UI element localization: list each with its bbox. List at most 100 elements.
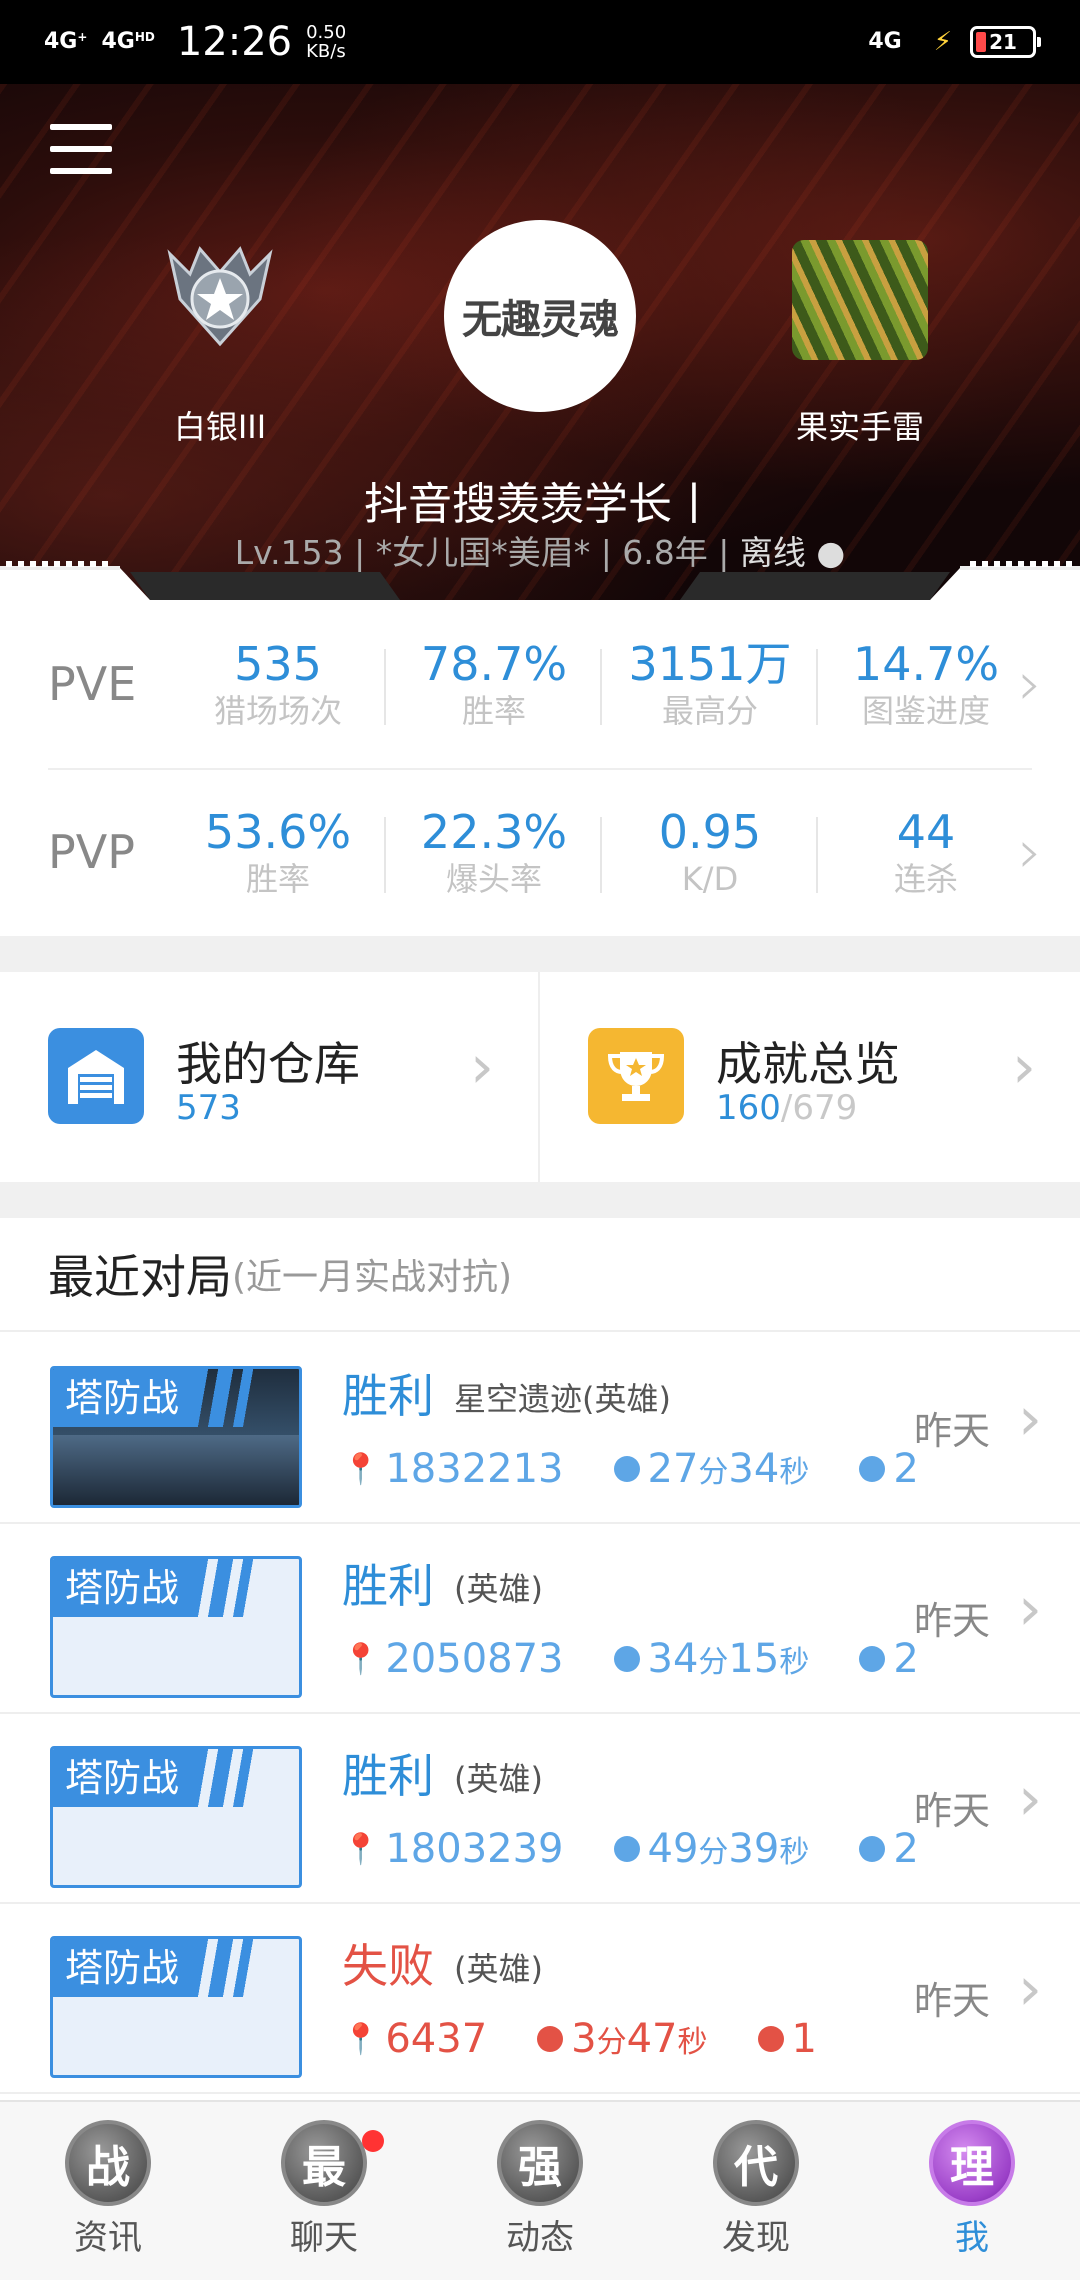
section-gap — [0, 1182, 1080, 1218]
match-row[interactable]: 塔防战 胜利 (英雄) 📍 2050873 34 分 15 秒 2 昨天 › — [0, 1524, 1080, 1714]
warehouse-card[interactable]: 我的仓库 573 › — [0, 972, 540, 1182]
status-right: 4G ⚡ 21 — [868, 26, 1041, 58]
stat-key: 图鉴进度 — [861, 692, 990, 730]
pvp-label: PVP — [48, 825, 135, 879]
stat-key: 连杀 — [893, 860, 958, 898]
match-row[interactable]: 塔防战 失败 (英雄) 📍 6437 3 分 47 秒 1 昨天 › — [0, 1904, 1080, 2094]
match-row[interactable]: 塔防战 胜利 星空遗迹(英雄) 📍 1832213 27 分 34 秒 2 昨天 › — [0, 1334, 1080, 1524]
chevron-right-icon: › — [1018, 1764, 1042, 1834]
feed-tab-icon: 强 — [497, 2120, 583, 2206]
status-bar: 4G+ 4GHD 12:26 0.50 KB/s 4G ⚡ 21 — [0, 0, 1080, 84]
match-mode: (英雄) — [454, 1570, 543, 1608]
bottom-tab-bar: 战资讯 最聊天 强动态 代发现 理我 — [0, 2100, 1080, 2280]
match-row[interactable]: 塔防战 胜利 (英雄) 📍 1803239 49 分 39 秒 2 昨天 › — [0, 1714, 1080, 1904]
mode-tag: 塔防战 — [53, 1939, 293, 1997]
skull-icon — [757, 2026, 784, 2052]
pve-label: PVE — [48, 657, 137, 711]
battery-icon: 21 — [970, 26, 1041, 58]
chat-tab-icon: 最 — [281, 2120, 367, 2206]
weapon-icon — [792, 240, 928, 360]
stat-value: 14.7% — [852, 637, 1000, 691]
duration: 3 分 47 秒 — [537, 2016, 708, 2062]
skull-icon — [859, 1836, 886, 1862]
chevron-right-icon: › — [1018, 1384, 1042, 1454]
match-result: 失败 — [342, 1939, 434, 1993]
deaths: 1 — [757, 2016, 817, 2062]
shortcut-cards: 我的仓库 573 › 成就总览 160/679 › — [0, 972, 1080, 1182]
match-time: 昨天 — [913, 1979, 990, 2023]
mode-tag: 塔防战 — [53, 1369, 293, 1427]
match-stats: 📍 1803239 49 分 39 秒 2 — [342, 1826, 969, 1872]
stat-value: 3151万 — [628, 637, 792, 691]
map-thumbnail: 塔防战 — [50, 1366, 302, 1508]
warehouse-title: 我的仓库 — [176, 1037, 360, 1091]
warehouse-count: 573 — [176, 1088, 241, 1128]
page: { "status_bar": {"sig1":"4G","sig2":"4G"… — [0, 0, 1080, 2280]
pvp-stat: 53.6% 胜率 — [170, 805, 386, 899]
stat-key: 猎场场次 — [213, 692, 342, 730]
menu-icon[interactable] — [50, 124, 112, 174]
tab-me[interactable]: 理我 — [864, 2102, 1080, 2280]
discover-tab-icon: 代 — [713, 2120, 799, 2206]
medal-icon: 📍 — [342, 2021, 380, 2057]
chevron-right-icon[interactable]: › — [1018, 649, 1042, 719]
recent-subtitle: (近一月实战对抗) — [232, 1257, 513, 1298]
chevron-right-icon[interactable]: › — [1018, 817, 1042, 887]
stat-key: 爆头率 — [445, 860, 542, 898]
recent-title: 最近对局 — [48, 1250, 232, 1304]
stat-key: 最高分 — [661, 692, 758, 730]
skull-icon — [859, 1646, 886, 1672]
pve-stat: 78.7% 胜率 — [386, 637, 602, 731]
map-thumbnail: 塔防战 — [50, 1556, 302, 1698]
pve-stat: 14.7% 图鉴进度 — [818, 637, 1034, 731]
tab-discover[interactable]: 代发现 — [648, 2102, 864, 2280]
score: 📍 6437 — [342, 2016, 488, 2062]
signal-icon-2: 4GHD — [101, 29, 155, 54]
rank-label: 白银III — [173, 408, 267, 446]
achievement-title: 成就总览 — [716, 1037, 900, 1091]
pvp-stats-row[interactable]: PVP 53.6% 胜率 22.3% 爆头率 0.95 K/D 44 连杀 › — [0, 768, 1080, 936]
avatar[interactable]: 无趣灵魂 — [444, 220, 636, 412]
chevron-right-icon: › — [1018, 1954, 1042, 2024]
tab-news[interactable]: 战资讯 — [0, 2102, 216, 2280]
medal-icon: 📍 — [342, 1451, 380, 1487]
stat-key: 胜率 — [245, 860, 310, 898]
timer-icon — [613, 1646, 640, 1672]
net-speed: 0.50 KB/s — [306, 22, 347, 62]
match-stats: 📍 1832213 27 分 34 秒 2 — [342, 1446, 969, 1492]
clock: 12:26 — [176, 19, 293, 65]
me-tab-icon: 理 — [929, 2120, 1015, 2206]
pvp-stat: 0.95 K/D — [602, 805, 818, 899]
pve-stats-row[interactable]: PVE 535 猎场场次 78.7% 胜率 3151万 最高分 14.7% 图鉴进度 › — [0, 600, 1080, 768]
map-thumbnail: 塔防战 — [50, 1746, 302, 1888]
network-icon: 4G — [868, 29, 902, 54]
stat-value: 53.6% — [204, 805, 352, 859]
skull-icon — [859, 1456, 886, 1482]
weapon-label: 果实手雷 — [795, 408, 924, 446]
match-stats: 📍 2050873 34 分 15 秒 2 — [342, 1636, 969, 1682]
achievement-card[interactable]: 成就总览 160/679 › — [540, 972, 1080, 1182]
stat-value: 22.3% — [420, 805, 568, 859]
stat-value: 44 — [896, 805, 956, 859]
pve-stat: 535 猎场场次 — [170, 637, 386, 731]
section-gap — [0, 936, 1080, 972]
chevron-right-icon: › — [1018, 1574, 1042, 1644]
match-time: 昨天 — [913, 1789, 990, 1833]
deaths: 2 — [859, 1446, 919, 1492]
news-tab-icon: 战 — [65, 2120, 151, 2206]
profile-header: 白银III 无趣灵魂 果实手雷 抖音搜羡羡学长丨 Lv.153 | *女儿国*美… — [0, 84, 1080, 600]
match-mode: 星空遗迹(英雄) — [454, 1380, 671, 1418]
recent-matches-header: 最近对局 (近一月实战对抗) — [0, 1218, 1080, 1332]
pve-stat: 3151万 最高分 — [602, 637, 818, 731]
timer-icon — [537, 2026, 564, 2052]
score: 📍 1832213 — [342, 1446, 564, 1492]
tab-label: 发现 — [722, 2218, 790, 2258]
header-frame-decoration — [0, 561, 1080, 600]
tab-feed[interactable]: 强动态 — [432, 2102, 648, 2280]
chevron-right-icon: › — [470, 1032, 494, 1102]
tab-chat[interactable]: 最聊天 — [216, 2102, 432, 2280]
pvp-stat: 44 连杀 — [818, 805, 1034, 899]
stat-key: K/D — [681, 860, 739, 898]
chevron-right-icon: › — [1012, 1032, 1036, 1102]
achievement-progress: 160/679 — [716, 1088, 858, 1128]
